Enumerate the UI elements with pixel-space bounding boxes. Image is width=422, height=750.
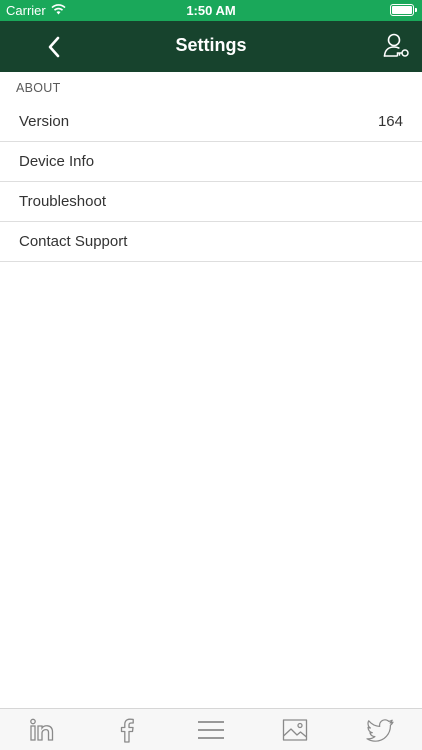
device-info-row[interactable]: Device Info (0, 142, 422, 182)
section-header-about: ABOUT (16, 81, 61, 95)
troubleshoot-label: Troubleshoot (19, 193, 106, 210)
account-button[interactable] (382, 32, 410, 60)
menu-icon (197, 720, 224, 739)
version-row[interactable]: Version 164 (0, 102, 422, 142)
battery-icon (390, 4, 417, 16)
contact-support-row[interactable]: Contact Support (0, 222, 422, 262)
page-title: Settings (175, 35, 247, 55)
status-bar: Carrier 1:50 AM (0, 0, 422, 21)
twitter-icon (366, 718, 394, 742)
tab-menu[interactable] (186, 710, 236, 750)
tab-twitter[interactable] (355, 710, 405, 750)
device-info-label: Device Info (19, 153, 95, 170)
tab-gallery[interactable] (270, 710, 320, 750)
tab-bar (0, 708, 422, 750)
tab-linkedin[interactable] (17, 710, 67, 750)
status-time: 1:50 AM (186, 3, 236, 18)
troubleshoot-row[interactable]: Troubleshoot (0, 182, 422, 222)
tab-facebook[interactable] (102, 710, 152, 750)
gallery-icon (283, 718, 308, 741)
linkedin-icon (30, 718, 54, 741)
contact-support-label: Contact Support (19, 233, 128, 250)
version-value: 164 (377, 113, 403, 130)
user-key-icon (383, 33, 409, 57)
facebook-icon (120, 718, 134, 743)
version-label: Version (19, 113, 70, 130)
navigation-bar: Settings (0, 21, 422, 72)
about-list: Version 164 Device Info Troubleshoot Con… (0, 102, 422, 262)
